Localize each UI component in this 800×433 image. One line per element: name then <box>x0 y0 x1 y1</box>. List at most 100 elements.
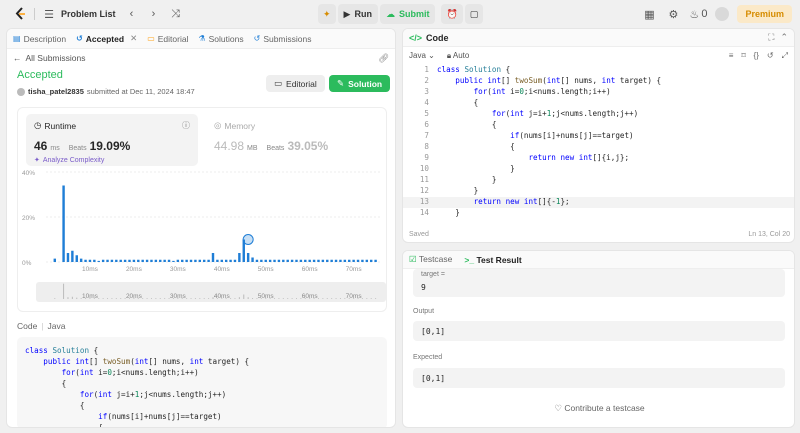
expand-icon[interactable]: ⛶ <box>768 32 774 43</box>
mini-bar <box>146 298 148 299</box>
code-line: for(int j=i+1;j<nums.length;j++) <box>491 109 639 118</box>
submit-button[interactable]: ☁ Submit <box>379 4 436 24</box>
history-icon: ↺ <box>253 34 261 43</box>
code-line: } <box>437 186 479 195</box>
tab-description[interactable]: ▤ Description <box>13 34 66 44</box>
close-icon[interactable]: ✕ <box>130 33 137 44</box>
auto-mode-toggle[interactable]: 🔒︎ Auto <box>447 51 470 61</box>
chart-bar <box>374 259 377 262</box>
heart-icon: ♡ <box>554 403 562 413</box>
link-icon[interactable]: 🔗︎ <box>378 53 389 64</box>
mini-bar <box>54 298 56 299</box>
mini-bar <box>291 298 293 299</box>
chart-bar <box>326 259 329 262</box>
mini-bar <box>282 298 284 299</box>
timer-button[interactable]: ⏰ <box>441 4 463 24</box>
streak-counter[interactable]: ♨ 0 <box>689 6 707 22</box>
chart-bar <box>251 257 254 262</box>
runtime-beats-pct: 19.09% <box>89 139 131 153</box>
problem-list-link[interactable]: Problem List <box>61 9 116 19</box>
line-number: 3 <box>424 87 429 96</box>
braces-icon[interactable]: {} <box>754 51 759 61</box>
avatar[interactable] <box>715 7 730 21</box>
fullscreen-icon[interactable]: ⤢ <box>782 51 788 61</box>
flask-icon: ⚗ <box>198 34 206 43</box>
username[interactable]: tisha_patel2835 <box>28 87 84 96</box>
checkbox-icon: ☑ <box>409 254 417 264</box>
y-tick-label: 40% <box>22 170 35 177</box>
reset-icon[interactable]: ↺ <box>767 51 774 61</box>
chart-bar <box>106 259 109 262</box>
shuffle-icon[interactable]: ⤨ <box>168 6 184 22</box>
premium-button[interactable]: Premium <box>737 5 792 23</box>
line-number: 1 <box>424 65 429 74</box>
chart-bar <box>185 259 188 262</box>
contribute-testcase-link[interactable]: ♡ Contribute a testcase <box>403 403 794 414</box>
submission-subheader: ← All Submissions 🔗︎ <box>7 49 395 67</box>
runtime-distribution-chart[interactable]: 40% 20% 0% 10ms 20ms 30ms 40ms 50ms 60ms 70ms 10ms… <box>18 170 388 310</box>
mini-x-tick-label: 30ms <box>170 293 187 300</box>
chart-bar <box>154 259 158 262</box>
edit-icon: ✎ <box>337 78 345 88</box>
mini-bar <box>322 298 324 299</box>
chart-bar <box>268 259 272 262</box>
layout-grid-icon[interactable]: ▦ <box>641 6 657 22</box>
notes-button[interactable]: ▢ <box>464 4 484 24</box>
mini-bar <box>120 298 122 299</box>
leetcode-logo-icon[interactable] <box>12 6 28 22</box>
tab-solutions[interactable]: ⚗ Solutions <box>198 34 243 44</box>
divider: | <box>41 321 44 331</box>
mini-bar <box>71 296 73 299</box>
chevron-right-icon[interactable]: › <box>146 6 162 22</box>
code-editor[interactable]: 1 class Solution {2 public int[] twoSum(i… <box>403 65 794 225</box>
tab-label: Editorial <box>157 33 189 44</box>
tab-accepted[interactable]: ↺ Accepted ✕ <box>76 33 137 44</box>
bookmark-icon[interactable]: ⌑ <box>741 51 745 61</box>
chevron-up-icon[interactable]: ⌃ <box>780 32 788 43</box>
chart-bar <box>224 259 228 262</box>
line-number: 14 <box>419 208 429 217</box>
target-input-box: target = 9 <box>413 269 785 297</box>
y-tick-label: 20% <box>22 215 35 222</box>
expected-label: Expected <box>413 354 443 361</box>
chart-bar <box>66 253 70 262</box>
run-button[interactable]: ▶ Run <box>337 4 378 24</box>
mini-bar <box>164 298 166 299</box>
editorial-button[interactable]: ▭ Editorial <box>266 75 325 92</box>
solution-button[interactable]: ✎ Solution <box>329 75 391 92</box>
chevron-left-icon[interactable]: ‹ <box>124 6 140 22</box>
debug-button[interactable]: ✦ <box>318 4 336 24</box>
tab-testcase[interactable]: ☑ Testcase <box>409 254 452 265</box>
chart-bar <box>286 259 289 262</box>
code-line: { <box>437 98 479 107</box>
language-select[interactable]: Java ⌄ <box>409 51 435 61</box>
tab-submissions[interactable]: ↺ Submissions <box>254 34 312 44</box>
memory-box[interactable]: ◎ Memory 44.98 MB Beats 39.05% <box>206 114 378 166</box>
chart-bar <box>198 259 202 262</box>
list-icon[interactable]: ☰ <box>41 6 57 22</box>
fire-icon: ♨ <box>689 8 700 21</box>
code-line: if(nums[i]+nums[j]==target) <box>98 412 222 421</box>
left-tab-bar: ▤ Description ↺ Accepted ✕ ▭ Editorial ⚗ Solu… <box>7 29 395 49</box>
runtime-unit: ms <box>50 145 60 152</box>
gear-icon[interactable]: ⚙ <box>665 6 681 22</box>
runtime-label: Runtime <box>44 120 77 131</box>
editor-status-bar: Saved Ln 13, Col 20 <box>403 226 794 242</box>
back-to-submissions[interactable]: ← All Submissions <box>13 53 86 63</box>
format-icon[interactable]: ≡ <box>729 51 734 61</box>
chart-bar <box>53 258 56 262</box>
run-submit-group: ✦ ▶ Run ☁ Submit ⏰ ▢ <box>318 4 484 24</box>
line-number: 2 <box>424 76 429 85</box>
runtime-box[interactable]: ◷ Runtime ⓘ 46 ms Beats 19.09% ✦ Analyze C… <box>26 114 198 166</box>
analyze-complexity-link[interactable]: ✦ Analyze Complexity <box>34 156 190 165</box>
mini-bar <box>190 298 192 299</box>
tab-editorial[interactable]: ▭ Editorial <box>147 34 188 44</box>
chart-bar <box>273 259 276 262</box>
chip-icon: ◎ <box>214 120 222 130</box>
info-icon[interactable]: ⓘ <box>182 120 190 131</box>
code-line: { <box>437 142 515 151</box>
bug-icon: ✦ <box>323 8 331 19</box>
tab-test-result[interactable]: >_ Test Result <box>464 255 521 265</box>
contribute-label: Contribute a testcase <box>564 403 645 413</box>
chart-bar <box>321 259 325 262</box>
